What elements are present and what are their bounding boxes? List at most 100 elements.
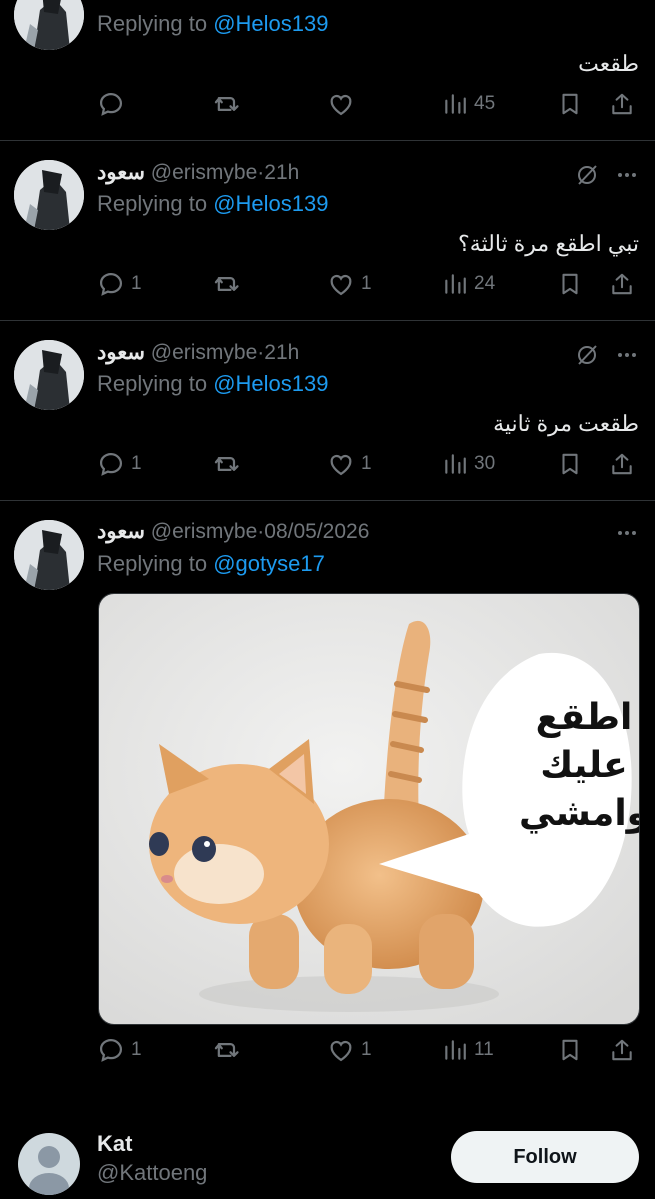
timestamp[interactable]: 21h [264, 341, 299, 364]
view-count: 11 [474, 1039, 494, 1060]
display-name[interactable]: سعود [97, 520, 145, 543]
views-icon [445, 94, 466, 114]
share-button[interactable] [609, 267, 635, 301]
display-name[interactable]: سعود [97, 161, 145, 184]
heart-icon [330, 274, 352, 296]
follow-button[interactable]: Follow [451, 1131, 639, 1183]
repost-icon [214, 1043, 239, 1057]
tweet-actions: 45 [97, 87, 639, 121]
tweet-top-icons [575, 343, 639, 367]
repost-button[interactable] [212, 87, 242, 121]
tweet[interactable]: سعود @erismybe·21h Replying to @Helos139… [0, 321, 655, 500]
views-icon [445, 1040, 466, 1060]
handle[interactable]: @erismybe [151, 161, 258, 184]
tweet-top-icons [615, 521, 639, 545]
bookmark-icon [562, 93, 578, 115]
more-icon[interactable] [615, 343, 639, 367]
timestamp[interactable]: 08/05/2026 [264, 520, 369, 543]
repost-button[interactable] [212, 447, 242, 481]
avatar[interactable] [18, 1133, 80, 1195]
reply-icon [99, 272, 123, 296]
handle[interactable]: @erismybe [151, 341, 258, 364]
replying-to-handle[interactable]: @Helos139 [213, 191, 328, 216]
timestamp[interactable]: 21h [264, 161, 299, 184]
bookmark-icon [562, 1039, 578, 1061]
replying-to-handle[interactable]: @Helos139 [213, 371, 328, 396]
tweet-header: سعود @erismybe·08/05/2026 [97, 519, 369, 544]
replying-to: Replying to @Helos139 [97, 371, 329, 396]
like-button[interactable] [327, 87, 361, 121]
kitten-image: اطقع عليك وامشي [99, 594, 639, 1024]
share-icon [612, 93, 632, 115]
repost-button[interactable] [212, 267, 242, 301]
reply-button[interactable] [97, 87, 131, 121]
view-count: 24 [474, 273, 496, 294]
views-button[interactable]: 24 [442, 267, 495, 301]
grok-icon[interactable] [575, 163, 599, 187]
repost-icon [214, 97, 239, 111]
views-button[interactable]: 11 [442, 1033, 494, 1067]
bookmark-button[interactable] [557, 447, 583, 481]
reply-button[interactable]: 1 [97, 267, 142, 301]
handle[interactable]: @erismybe [151, 520, 258, 543]
reply-icon [99, 452, 123, 476]
bookmark-button[interactable] [557, 87, 583, 121]
bookmark-icon [562, 453, 578, 475]
speech-bubble-line: اطقع [536, 697, 633, 738]
bookmark-button[interactable] [557, 267, 583, 301]
views-icon [445, 274, 466, 294]
replying-to-handle[interactable]: @gotyse17 [213, 551, 325, 576]
tweet-actions: 1 1 11 [97, 1033, 639, 1067]
more-icon[interactable] [615, 163, 639, 187]
heart-icon [330, 1040, 352, 1062]
repost-button[interactable] [212, 1033, 242, 1067]
replying-to-handle[interactable]: @Helos139 [213, 11, 328, 36]
heart-icon [330, 94, 352, 116]
reply-icon [99, 92, 123, 116]
tweet-text: تبي اطقع مرة ثالثة؟ [458, 231, 639, 256]
tweet[interactable]: سعود @erismybe·08/05/2026 Replying to @g… [0, 501, 655, 1096]
share-button[interactable] [609, 447, 635, 481]
repost-icon [214, 457, 239, 471]
avatar[interactable] [14, 160, 84, 230]
tweet-actions: 1 1 24 [97, 267, 639, 301]
heart-icon [330, 454, 352, 476]
reply-button[interactable]: 1 [97, 1033, 142, 1067]
like-count: 1 [361, 453, 372, 474]
reply-count: 1 [131, 273, 142, 294]
speech-bubble-line: عليك [540, 745, 628, 786]
reply-count: 1 [131, 453, 142, 474]
like-button[interactable]: 1 [327, 267, 372, 301]
views-button[interactable]: 30 [442, 447, 495, 481]
replying-to: Replying to @Helos139 [97, 191, 329, 216]
bookmark-icon [562, 273, 578, 295]
default-avatar-icon [29, 1146, 69, 1195]
tweet-actions: 1 1 30 [97, 447, 639, 481]
share-icon [612, 453, 632, 475]
share-button[interactable] [609, 1033, 635, 1067]
avatar[interactable] [14, 340, 84, 410]
tweet-text: طقعت مرة ثانية [493, 411, 639, 436]
display-name[interactable]: سعود [97, 341, 145, 364]
like-button[interactable]: 1 [327, 1033, 372, 1067]
views-button[interactable]: 45 [442, 87, 495, 121]
tweet-header: سعود @erismybe·21h [97, 160, 299, 185]
like-button[interactable]: 1 [327, 447, 372, 481]
avatar[interactable] [14, 520, 84, 590]
more-icon[interactable] [615, 521, 639, 545]
suggested-user-name[interactable]: Kat [97, 1131, 132, 1157]
share-button[interactable] [609, 87, 635, 121]
view-count: 30 [474, 453, 496, 474]
replying-to: Replying to @gotyse17 [97, 551, 325, 576]
like-count: 1 [361, 1039, 372, 1060]
tweet[interactable]: سعود @erismybe·21h Replying to @Helos139… [0, 141, 655, 320]
grok-icon[interactable] [575, 343, 599, 367]
reply-button[interactable]: 1 [97, 447, 142, 481]
bookmark-button[interactable] [557, 1033, 583, 1067]
suggested-user-handle[interactable]: @Kattoeng [97, 1160, 207, 1186]
tweet-media-image[interactable]: اطقع عليك وامشي [98, 593, 640, 1025]
avatar[interactable] [14, 0, 84, 50]
reply-count: 1 [131, 1039, 142, 1060]
reply-icon [99, 1038, 123, 1062]
tweet[interactable]: Replying to @Helos139 طقعت 45 [0, 0, 655, 140]
